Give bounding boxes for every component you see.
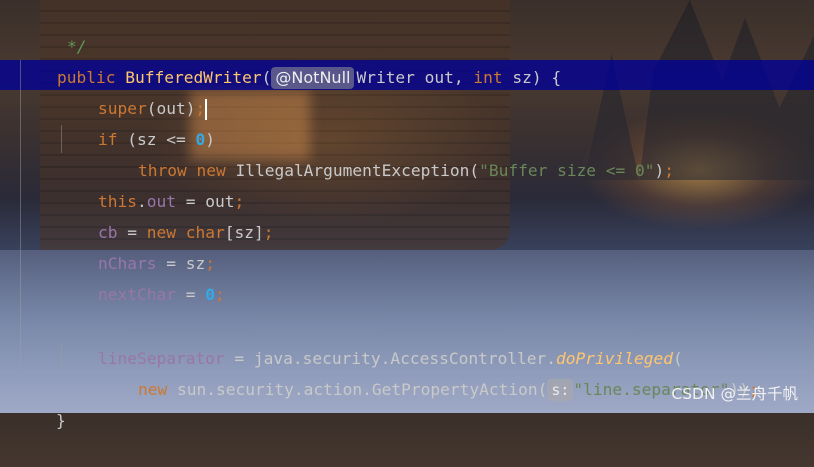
code-line[interactable]: nChars = sz; — [59, 217, 215, 273]
code-line[interactable]: cb = new char[sz]; — [59, 186, 273, 242]
exception-class: IllegalArgumentException( — [225, 161, 480, 180]
semicolon: ; — [214, 285, 225, 304]
semicolon: ; — [664, 161, 675, 180]
get-property-action: sun.security.action.GetPropertyAction( — [167, 380, 548, 399]
code-line[interactable]: if (sz <= 0) — [59, 93, 215, 149]
code-line[interactable]: public BufferedWriter(@NotNull Writer out… — [18, 31, 561, 89]
watermark: CSDN @兰舟千帆 — [671, 385, 798, 403]
keyword-int: int — [473, 68, 503, 87]
param-sz: sz) { — [502, 68, 562, 87]
code-editor[interactable]: */ public BufferedWriter(@NotNull Writer … — [0, 0, 814, 430]
array-size: [sz] — [224, 223, 264, 242]
code-line[interactable]: nextChar = 0; — [59, 248, 225, 304]
code-line[interactable]: this.out = out; — [59, 155, 244, 211]
code-line[interactable]: throw new IllegalArgumentException("Buff… — [99, 124, 674, 180]
code-line[interactable]: */ — [28, 0, 87, 56]
keyword-new: new — [137, 380, 168, 399]
field-nextchar: nextChar — [97, 285, 176, 304]
assign-op: = — [175, 285, 206, 304]
code-line[interactable]: lineSeparator = java.security.AccessCont… — [59, 312, 683, 368]
parameter-hint: s: — [547, 379, 574, 401]
param-writer: Writer out, — [356, 68, 474, 87]
close-paren: ) — [654, 161, 665, 180]
code-line[interactable]: } — [17, 374, 66, 430]
number-literal: 0 — [205, 285, 215, 304]
closing-brace: } — [55, 411, 66, 430]
annotation-notnull: @NotNull — [271, 67, 355, 89]
open-paren: ( — [261, 68, 272, 87]
semicolon: ; — [263, 223, 274, 242]
string-literal: "Buffer size <= 0" — [479, 161, 655, 180]
code-line[interactable]: new sun.security.action.GetPropertyActio… — [99, 343, 759, 401]
code-line[interactable]: super(out); — [59, 62, 208, 120]
